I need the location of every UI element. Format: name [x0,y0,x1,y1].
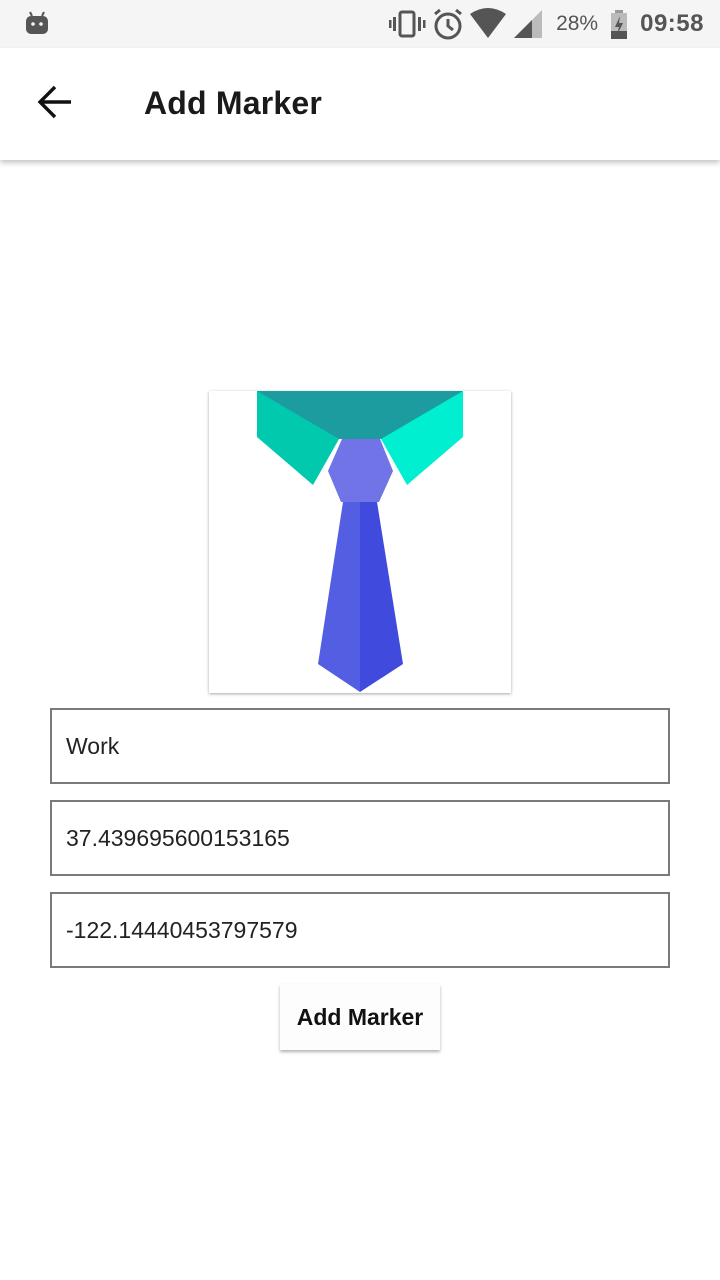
status-bar: 28% 09:58 [0,0,720,48]
tie-blade-left [318,502,360,692]
app-bar: Add Marker [0,48,720,160]
cell-signal-icon [508,0,548,48]
wifi-icon [468,0,508,48]
arrow-back-icon [37,84,73,125]
tie-knot [328,439,393,502]
tie-icon [257,391,463,692]
page-title: Add Marker [144,85,323,121]
marker-image[interactable] [209,391,511,693]
battery-charging-icon [608,0,630,48]
android-robot-icon [24,10,50,36]
longitude-input[interactable] [52,894,668,966]
status-clock: 09:58 [640,10,704,37]
name-field[interactable] [50,708,670,784]
back-button[interactable] [26,78,84,130]
latitude-field[interactable] [50,800,670,876]
battery-percent: 28% [556,12,599,35]
add-marker-button[interactable]: Add Marker [280,984,440,1050]
tie-blade-right [360,502,403,692]
alarm-icon [428,0,468,48]
latitude-input[interactable] [52,802,668,874]
name-input[interactable] [52,710,668,782]
vibrate-icon [388,0,428,48]
longitude-field[interactable] [50,892,670,968]
